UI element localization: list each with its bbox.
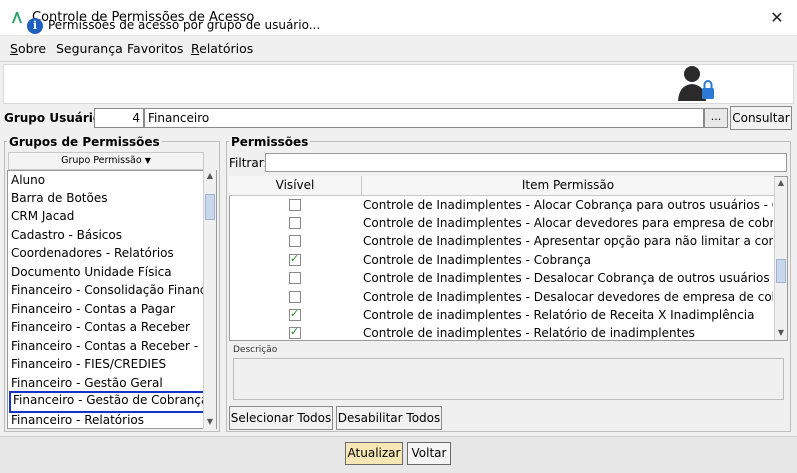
visivel-checkbox[interactable] (289, 199, 301, 211)
descricao-field (233, 358, 784, 400)
visivel-checkbox[interactable] (289, 217, 301, 229)
list-item[interactable]: Financeiro - Consolidação Financ... (11, 281, 216, 299)
menu-sobre[interactable]: Sobre (10, 41, 46, 56)
visivel-checkbox[interactable] (289, 235, 301, 247)
user-lock-icon (678, 66, 714, 101)
item-permissao-cell: Controle de Inadimplentes - Apresentar o… (363, 234, 773, 248)
grupo-usuario-code-field[interactable]: 4 (94, 108, 144, 128)
menu-favoritos[interactable]: Favoritos (127, 41, 183, 56)
atualizar-button[interactable]: Atualizar (345, 442, 403, 465)
item-permissao-cell: Controle de Inadimplentes - Desalocar de… (363, 290, 773, 304)
visivel-checkbox-checked[interactable] (289, 307, 301, 321)
column-header-visivel[interactable]: Visível (229, 176, 362, 196)
menu-seguranca[interactable]: Segurança (56, 41, 123, 56)
list-item[interactable]: CRM Jacad (11, 207, 74, 225)
table-row[interactable]: Controle de inadimplentes - Relatório de… (229, 325, 774, 343)
item-permissao-cell: Controle de inadimplentes - Relatório de… (363, 326, 695, 340)
grupos-list[interactable]: Aluno Barra de Botões CRM Jacad Cadastro… (7, 170, 217, 429)
browse-grupo-button[interactable]: ... (704, 108, 728, 128)
table-row[interactable]: Controle de Inadimplentes - Alocar deved… (229, 215, 774, 233)
grupo-usuario-label: Grupo Usuário: (4, 111, 106, 125)
list-item[interactable]: Financeiro - Contas a Pagar (11, 300, 175, 318)
visivel-checkbox-checked[interactable] (289, 325, 301, 339)
visivel-checkbox[interactable] (289, 272, 301, 284)
voltar-button[interactable]: Voltar (407, 442, 451, 465)
visivel-checkbox[interactable] (289, 291, 301, 303)
selecionar-todos-button[interactable]: Selecionar Todos (229, 406, 333, 430)
item-permissao-cell: Controle de Inadimplentes - Alocar Cobra… (363, 198, 773, 212)
list-item[interactable]: Aluno (11, 171, 45, 189)
close-window-button[interactable]: ✕ (764, 6, 790, 30)
list-item[interactable]: Financeiro - Relatórios (11, 411, 144, 428)
scroll-thumb[interactable] (776, 259, 786, 283)
item-permissao-cell: Controle de Inadimplentes - Desalocar Co… (363, 271, 770, 285)
list-item[interactable]: Financeiro - Contas a Receber (11, 318, 190, 336)
table-row[interactable]: Controle de inadimplentes - Relatório de… (229, 307, 774, 325)
filtrar-input[interactable] (265, 153, 787, 172)
grupo-usuario-name-field[interactable]: Financeiro (144, 108, 704, 128)
item-permissao-cell: Controle de Inadimplentes - Alocar deved… (363, 216, 773, 230)
desabilitar-todos-button[interactable]: Desabilitar Todos (336, 406, 442, 430)
table-row[interactable]: Controle de Inadimplentes - Desalocar Co… (229, 270, 774, 288)
sort-desc-icon: ▼ (144, 156, 151, 165)
scroll-up-icon[interactable]: ▲ (775, 177, 787, 189)
list-item[interactable]: Barra de Botões (11, 189, 107, 207)
grupos-list-scrollbar[interactable]: ▲ ▼ (203, 170, 216, 429)
grupos-permissoes-title: Grupos de Permissões (7, 135, 162, 149)
list-item-selected[interactable]: Financeiro - Gestão de Cobrança (9, 391, 212, 413)
column-header-item-permissao[interactable]: Item Permissão (362, 176, 774, 196)
list-item[interactable]: Financeiro - Contas a Receber - R... (11, 337, 216, 355)
table-row[interactable]: Controle de Inadimplentes - Desalocar de… (229, 289, 774, 307)
list-item[interactable]: Financeiro - FIES/CREDIES (11, 355, 166, 373)
table-row[interactable]: Controle de Inadimplentes - Cobrança (229, 252, 774, 270)
table-row[interactable]: Controle de Inadimplentes - Alocar Cobra… (229, 197, 774, 215)
scroll-up-icon[interactable]: ▲ (204, 170, 216, 182)
visivel-checkbox-checked[interactable] (289, 252, 301, 266)
scroll-thumb[interactable] (205, 194, 215, 220)
consultar-button[interactable]: Consultar (730, 106, 792, 130)
info-icon: i (27, 18, 43, 34)
list-item[interactable]: Financeiro - Gestão Geral (11, 374, 163, 392)
list-item[interactable]: Cadastro - Básicos (11, 226, 122, 244)
grupo-permissao-column-header[interactable]: Grupo Permissão ▼ (8, 152, 204, 170)
list-item[interactable]: Documento Unidade Física (11, 263, 172, 281)
app-logo-icon (12, 12, 22, 23)
descricao-label: Descrição (233, 345, 278, 355)
permissoes-title: Permissões (229, 135, 311, 149)
item-permissao-cell: Controle de Inadimplentes - Cobrança (363, 253, 591, 267)
permissoes-grid-scrollbar[interactable]: ▲ ▼ (774, 177, 787, 340)
menu-bar: Sobre Segurança Favoritos Relatórios (0, 36, 797, 62)
scroll-down-icon[interactable]: ▼ (204, 416, 216, 428)
menu-relatorios[interactable]: Relatórios (191, 41, 253, 56)
table-row[interactable]: Controle de Inadimplentes - Apresentar o… (229, 233, 774, 251)
info-text: Permissões de acesso por grupo de usuári… (48, 18, 321, 32)
list-item[interactable]: Coordenadores - Relatórios (11, 244, 174, 262)
filtrar-label: Filtrar: (229, 156, 268, 170)
scroll-down-icon[interactable]: ▼ (775, 327, 787, 339)
item-permissao-cell: Controle de inadimplentes - Relatório de… (363, 308, 755, 322)
